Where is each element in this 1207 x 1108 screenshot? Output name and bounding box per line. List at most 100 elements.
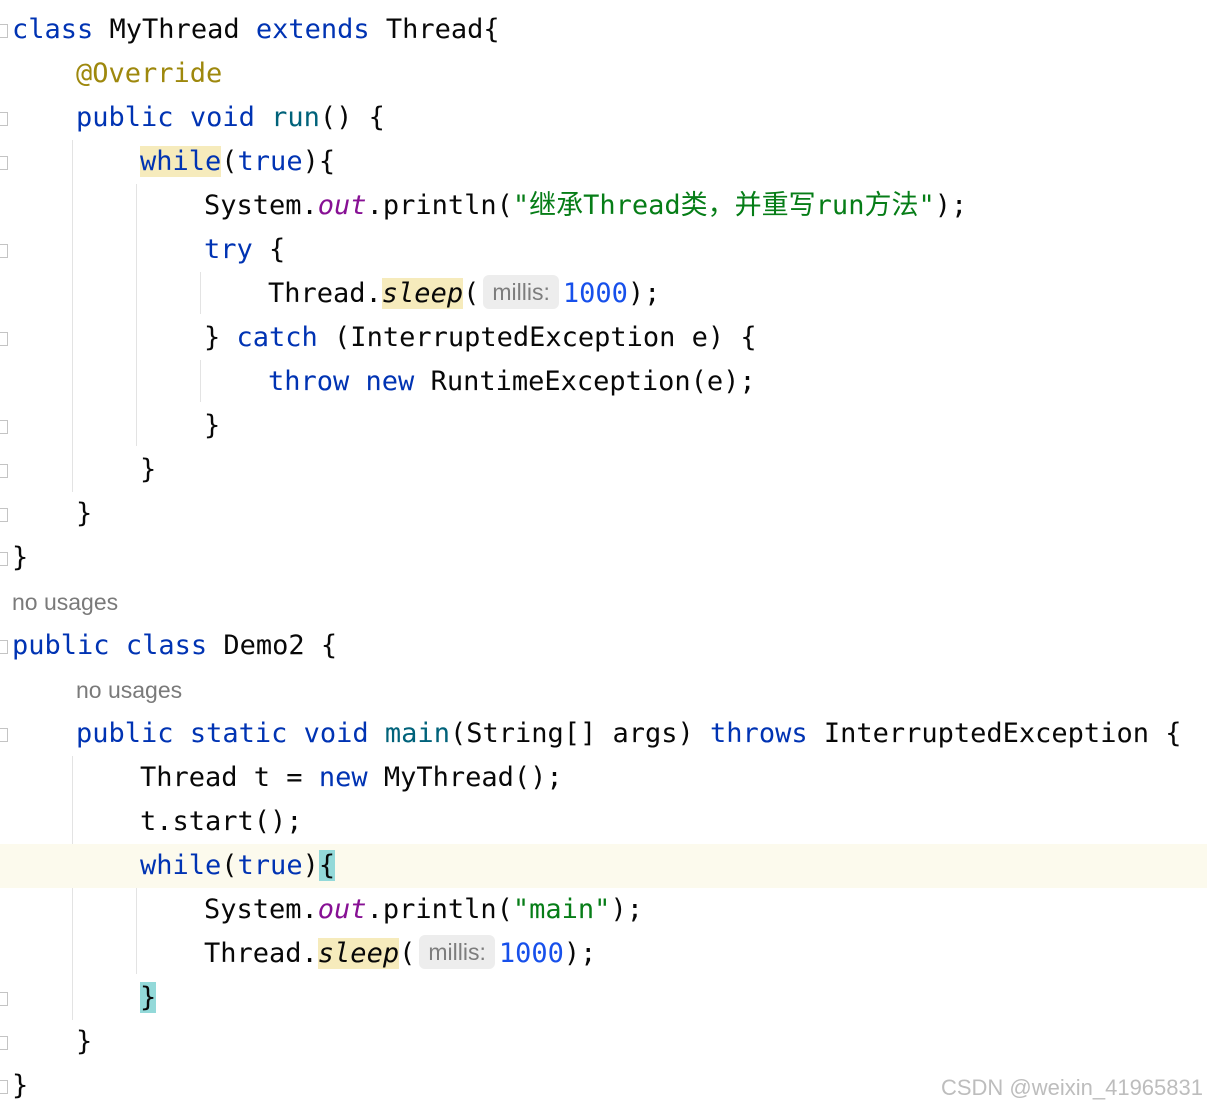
keyword-token: extends bbox=[255, 14, 370, 45]
code-token: } bbox=[204, 322, 237, 353]
code-line[interactable]: } bbox=[0, 976, 1207, 1020]
code-token: Thread t = bbox=[140, 762, 319, 793]
code-token: (InterruptedException e) { bbox=[317, 322, 757, 353]
keyword-token: try bbox=[204, 234, 253, 265]
code-token: sleep bbox=[381, 278, 464, 309]
code-token: } bbox=[76, 498, 93, 529]
code-token: .println( bbox=[366, 894, 513, 925]
code-token: (String[] args) bbox=[449, 718, 711, 749]
watermark: CSDN @weixin_41965831 bbox=[940, 1075, 1203, 1100]
code-line[interactable]: } catch (InterruptedException e) { bbox=[0, 316, 1207, 360]
code-token: MyThread bbox=[93, 14, 256, 45]
code-token: run bbox=[271, 102, 320, 133]
keyword-token: while bbox=[140, 850, 222, 881]
code-line[interactable]: try { bbox=[0, 228, 1207, 272]
code-token: ) bbox=[302, 850, 319, 881]
code-token: out bbox=[317, 190, 367, 221]
code-token: ); bbox=[563, 938, 597, 969]
code-line[interactable]: System.out.println("main"); bbox=[0, 888, 1207, 932]
code-token: ( bbox=[399, 938, 416, 969]
code-token: out bbox=[317, 894, 367, 925]
code-line[interactable]: } bbox=[0, 536, 1207, 580]
parameter-hint: millis: bbox=[419, 935, 495, 969]
code-token: t.start(); bbox=[140, 806, 303, 837]
code-token: } bbox=[140, 454, 157, 485]
code-line[interactable]: } bbox=[0, 492, 1207, 536]
matched-brace: } bbox=[140, 982, 157, 1013]
matched-brace: { bbox=[318, 850, 336, 881]
code-line[interactable]: Thread.sleep(millis: 1000); bbox=[0, 932, 1207, 976]
code-line[interactable]: class MyThread extends Thread{ bbox=[0, 8, 1207, 52]
code-line[interactable]: while(true){ bbox=[0, 140, 1207, 184]
code-token: System. bbox=[204, 190, 318, 221]
keyword-token: throw bbox=[268, 366, 350, 397]
code-line[interactable]: throw new RuntimeException(e); bbox=[0, 360, 1207, 404]
code-token: main bbox=[384, 718, 450, 749]
code-token: Thread. bbox=[268, 278, 382, 309]
keyword-token: static bbox=[189, 718, 288, 749]
code-line[interactable]: } bbox=[0, 448, 1207, 492]
code-line[interactable]: Thread t = new MyThread(); bbox=[0, 756, 1207, 800]
code-token: ){ bbox=[302, 146, 336, 177]
code-token: System. bbox=[204, 894, 318, 925]
keyword-token: catch bbox=[236, 322, 318, 353]
code-token: { bbox=[252, 234, 286, 265]
keyword-token: void bbox=[303, 718, 369, 749]
code-token: ); bbox=[934, 190, 968, 221]
keyword-token: new bbox=[365, 366, 415, 397]
code-line[interactable]: } bbox=[0, 404, 1207, 448]
code-line[interactable]: } bbox=[0, 1020, 1207, 1064]
code-token: } bbox=[76, 1026, 93, 1057]
code-token: } bbox=[204, 410, 221, 441]
parameter-hint: millis: bbox=[483, 275, 559, 309]
code-token: } bbox=[12, 542, 29, 573]
code-token: Thread{ bbox=[369, 14, 500, 45]
code-line[interactable]: public static void main(String[] args) t… bbox=[0, 712, 1207, 756]
keyword-token: true bbox=[237, 850, 303, 881]
keyword-token: public bbox=[12, 630, 110, 661]
code-token: Demo2 { bbox=[207, 630, 338, 661]
usages-hint[interactable]: no usages bbox=[76, 668, 182, 712]
code-line[interactable]: public class Demo2 { bbox=[0, 624, 1207, 668]
string-literal: "继承Thread类，并重写run方法" bbox=[512, 190, 935, 221]
code-token: ); bbox=[627, 278, 661, 309]
keyword-token: public bbox=[76, 718, 174, 749]
number-literal: 1000 bbox=[498, 938, 564, 969]
keyword-token: true bbox=[237, 146, 303, 177]
code-token: MyThread(); bbox=[367, 762, 563, 793]
keyword-token: void bbox=[189, 102, 255, 133]
code-token: ); bbox=[610, 894, 643, 925]
keyword-token: while bbox=[140, 146, 222, 177]
code-token: InterruptedException { bbox=[807, 718, 1182, 749]
string-literal: "main" bbox=[512, 894, 611, 925]
code-editor[interactable]: class MyThread extends Thread{ @Override… bbox=[0, 0, 1207, 1105]
code-token: sleep bbox=[317, 938, 400, 969]
keyword-token: public bbox=[76, 102, 174, 133]
code-line[interactable]: t.start(); bbox=[0, 800, 1207, 844]
keyword-token: class bbox=[12, 14, 94, 45]
number-literal: 1000 bbox=[562, 278, 628, 309]
current-code-line[interactable]: while(true){ bbox=[0, 844, 1207, 888]
code-token: RuntimeException(e); bbox=[414, 366, 756, 397]
code-line[interactable]: Thread.sleep(millis: 1000); bbox=[0, 272, 1207, 316]
code-token: .println( bbox=[366, 190, 513, 221]
usages-hint[interactable]: no usages bbox=[12, 580, 118, 624]
annotation-token: @Override bbox=[76, 58, 223, 89]
code-line[interactable]: @Override bbox=[0, 52, 1207, 96]
code-token: Thread. bbox=[204, 938, 318, 969]
code-token: ( bbox=[463, 278, 480, 309]
code-token: ( bbox=[221, 850, 238, 881]
code-token: } bbox=[12, 1070, 29, 1101]
code-token: () { bbox=[319, 102, 385, 133]
keyword-token: class bbox=[125, 630, 208, 661]
code-line[interactable]: System.out.println("继承Thread类，并重写run方法")… bbox=[0, 184, 1207, 228]
code-token: ( bbox=[221, 146, 238, 177]
keyword-token: throws bbox=[710, 718, 808, 749]
code-line[interactable]: public void run() { bbox=[0, 96, 1207, 140]
